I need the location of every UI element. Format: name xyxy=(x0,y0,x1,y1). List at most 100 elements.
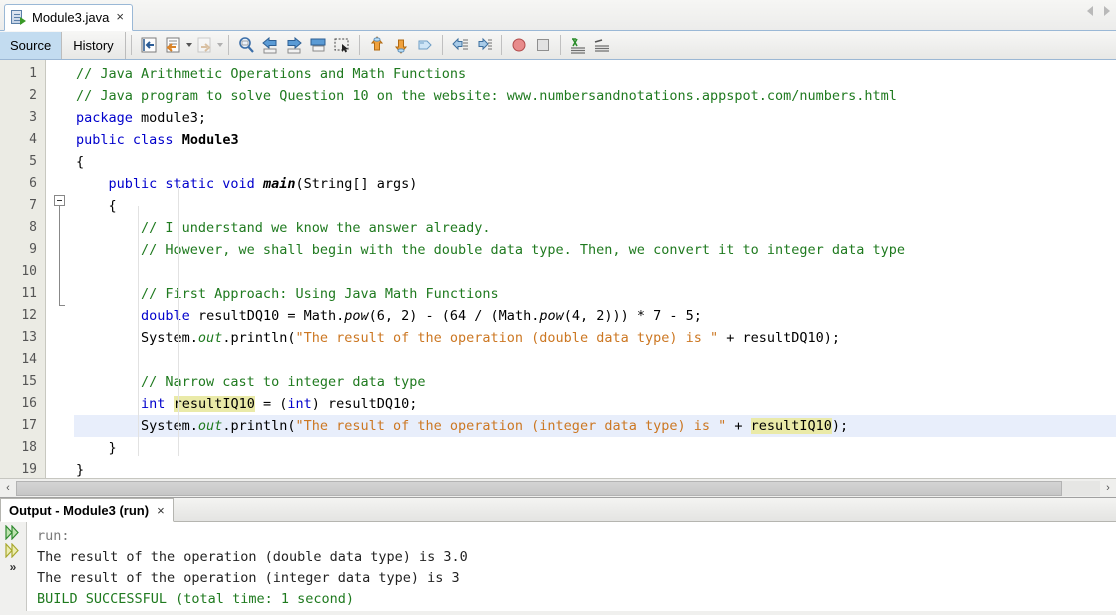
code-line: // Java Arithmetic Operations and Math F… xyxy=(76,66,467,82)
chevron-down-disabled-icon xyxy=(216,43,223,47)
rerun-alt-icon[interactable] xyxy=(4,542,22,559)
close-icon[interactable]: × xyxy=(157,503,165,518)
editor-tab-bar: Module3.java × xyxy=(0,0,1116,31)
toolbar-separator-3 xyxy=(358,35,360,55)
line-number: 10 xyxy=(21,264,37,279)
line-number: 15 xyxy=(21,374,37,389)
output-body: » run: The result of the operation (doub… xyxy=(0,522,1116,611)
line-number: 2 xyxy=(29,88,37,103)
line-number: 18 xyxy=(21,440,37,455)
file-tab-label: Module3.java xyxy=(32,10,110,25)
line-number: 19 xyxy=(21,462,37,477)
line-number: 11 xyxy=(21,286,37,301)
code-line: // First Approach: Using Java Math Funct… xyxy=(76,286,499,302)
chevron-down-icon[interactable] xyxy=(185,43,192,47)
code-line: int resultIQ10 = (int) resultDQ10; xyxy=(141,396,418,412)
line-number: 8 xyxy=(29,220,37,235)
toggle-annotation-icon[interactable] xyxy=(415,35,435,55)
output-line: The result of the operation (double data… xyxy=(37,549,468,565)
toggle-bookmark-icon[interactable] xyxy=(308,35,328,55)
scroll-right-icon[interactable] xyxy=(1104,6,1110,16)
select-rectangular-icon[interactable] xyxy=(332,35,352,55)
scroll-left-icon[interactable] xyxy=(1087,6,1093,16)
scrollbar-track[interactable] xyxy=(16,480,1100,496)
uncomment-icon[interactable] xyxy=(592,35,612,55)
toggle-breakpoint-icon[interactable] xyxy=(509,35,529,55)
code-line: public static void main(String[] args) xyxy=(108,176,418,192)
tab-scroll-controls xyxy=(1087,6,1110,16)
back-history-icon[interactable] xyxy=(163,35,183,55)
output-side-toolbar: » xyxy=(0,522,27,611)
close-icon[interactable]: × xyxy=(115,10,125,24)
highlighted-identifier: resultIQ10 xyxy=(750,418,832,434)
line-number-gutter: 1 2 3 4 5 6 7 8 9 10 11 12 13 14 15 16 1… xyxy=(0,60,46,478)
code-line: } xyxy=(76,440,117,456)
toolbar-separator xyxy=(130,35,132,55)
toolbar-separator-5 xyxy=(500,35,502,55)
next-error-icon[interactable] xyxy=(391,35,411,55)
line-number: 7 xyxy=(29,198,37,213)
forward-history-icon xyxy=(194,35,214,55)
line-number: 5 xyxy=(29,154,37,169)
line-number: 16 xyxy=(21,396,37,411)
tab-source[interactable]: Source xyxy=(0,31,63,59)
code-line: // However, we shall begin with the doub… xyxy=(76,242,906,258)
last-edit-icon[interactable] xyxy=(139,35,159,55)
output-text: run: The result of the operation (double… xyxy=(27,522,1116,611)
code-folding-column[interactable] xyxy=(46,60,74,478)
code-line: { xyxy=(76,154,85,170)
editor-toolbar: Source History xyxy=(0,31,1116,60)
code-line: // Narrow cast to integer data type xyxy=(76,374,426,390)
fold-collapse-icon[interactable] xyxy=(54,195,65,206)
editor-horizontal-scrollbar[interactable]: ‹ › xyxy=(0,478,1116,497)
code-editor[interactable]: 1 2 3 4 5 6 7 8 9 10 11 12 13 14 15 16 1… xyxy=(0,60,1116,478)
shift-line-right-icon[interactable] xyxy=(474,35,494,55)
output-window: Output - Module3 (run) × » run: The resu… xyxy=(0,497,1116,611)
scrollbar-right-arrow-icon[interactable]: › xyxy=(1100,482,1116,494)
netbeans-ide-window: Module3.java × Source History 1 2 3 4 5 … xyxy=(0,0,1116,615)
output-tab-label: Output - Module3 (run) xyxy=(9,502,150,518)
output-tab-bar: Output - Module3 (run) × xyxy=(0,498,1116,522)
code-line: System.out.println("The result of the op… xyxy=(76,330,841,346)
scrollbar-left-arrow-icon[interactable]: ‹ xyxy=(0,482,16,494)
line-number: 12 xyxy=(21,308,37,323)
line-number: 3 xyxy=(29,110,37,125)
toolbar-separator-4 xyxy=(441,35,443,55)
toolbar-separator-6 xyxy=(559,35,561,55)
shift-line-left-icon[interactable] xyxy=(450,35,470,55)
line-number: 14 xyxy=(21,352,37,367)
output-tab-module3-run[interactable]: Output - Module3 (run) × xyxy=(0,498,174,522)
code-line: // I understand we know the answer alrea… xyxy=(76,220,491,236)
previous-bookmark-icon[interactable] xyxy=(260,35,280,55)
highlighted-identifier: resultIQ10 xyxy=(173,396,255,412)
rerun-icon[interactable] xyxy=(4,524,22,541)
code-line: // Java program to solve Question 10 on … xyxy=(76,88,897,104)
line-number: 13 xyxy=(21,330,37,345)
code-line: double resultDQ10 = Math.pow(6, 2) - (64… xyxy=(141,308,702,324)
line-number: 9 xyxy=(29,242,37,257)
find-selection-icon[interactable] xyxy=(236,35,256,55)
output-line: The result of the operation (integer dat… xyxy=(37,570,460,586)
previous-error-icon[interactable] xyxy=(367,35,387,55)
tab-history[interactable]: History xyxy=(62,31,126,59)
line-number: 17 xyxy=(21,418,37,433)
code-line: } xyxy=(76,462,85,478)
line-number: 1 xyxy=(29,66,37,81)
code-line: package module3; xyxy=(76,110,207,126)
java-file-icon xyxy=(11,10,26,25)
toolbar-separator-2 xyxy=(227,35,229,55)
scrollbar-thumb[interactable] xyxy=(16,480,1063,496)
stop-icon[interactable] xyxy=(533,35,553,55)
code-text-area[interactable]: // Java Arithmetic Operations and Math F… xyxy=(74,60,1116,478)
more-actions-icon[interactable]: » xyxy=(10,561,17,573)
code-line: public class Module3 xyxy=(76,132,239,148)
code-line: { xyxy=(76,198,117,214)
output-line: run: xyxy=(37,528,70,544)
code-line-current: System.out.println("The result of the op… xyxy=(74,415,1116,437)
fold-range-line xyxy=(59,206,65,306)
next-bookmark-icon[interactable] xyxy=(284,35,304,55)
comment-icon[interactable] xyxy=(568,35,588,55)
file-tab-module3-java[interactable]: Module3.java × xyxy=(4,4,133,31)
